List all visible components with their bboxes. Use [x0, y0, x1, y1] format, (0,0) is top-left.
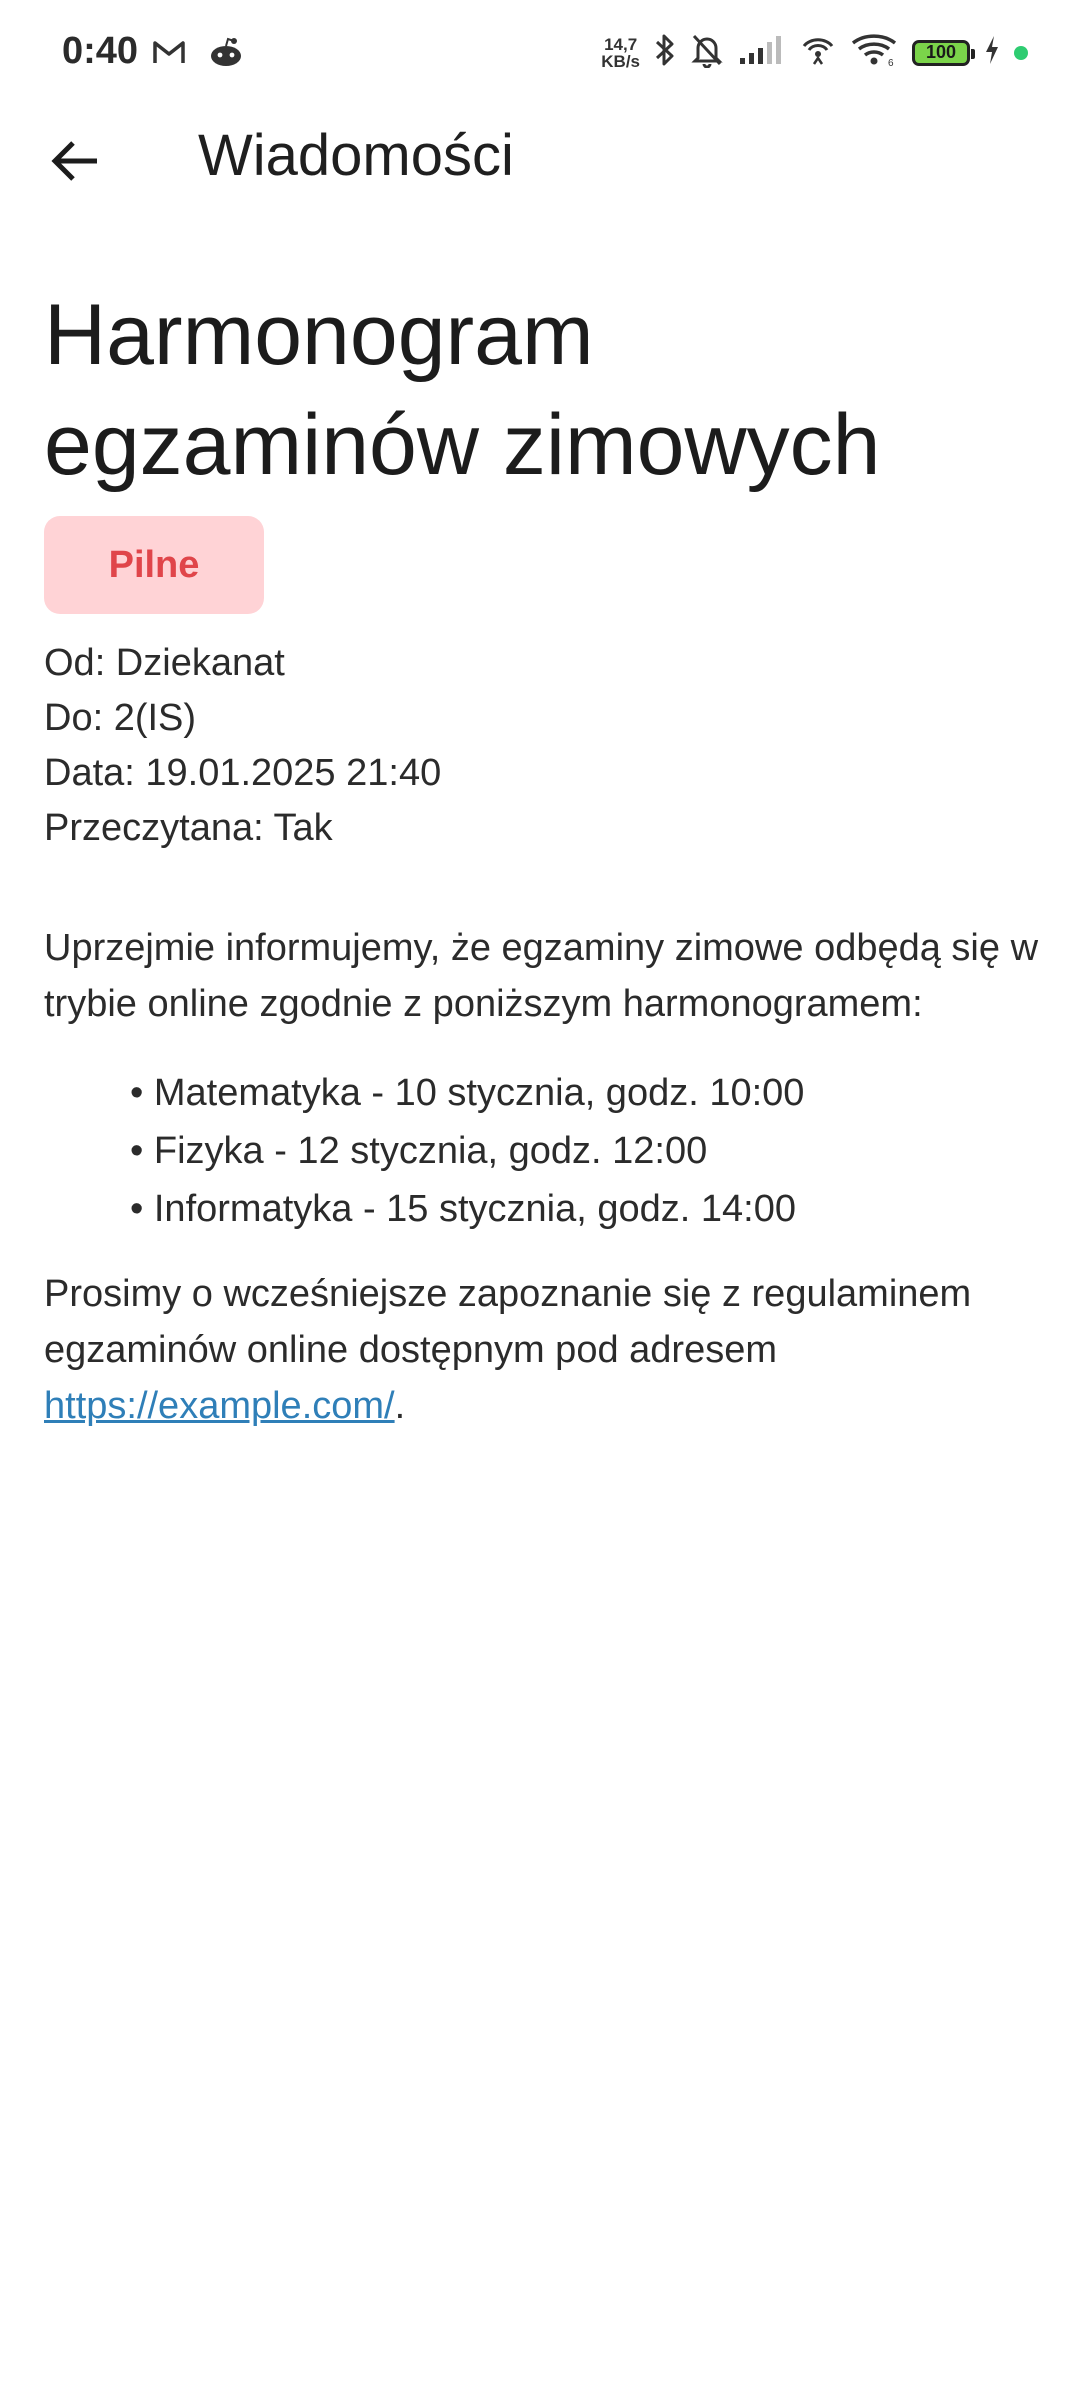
gmail-icon — [152, 39, 186, 70]
status-right-icons: 14,7 KB/s 6 100 — [601, 32, 1028, 73]
reddit-icon — [208, 36, 244, 73]
message-intro: Uprzejmie informujemy, że egzaminy zimow… — [44, 927, 1039, 1025]
page-title: Wiadomości — [198, 123, 514, 188]
wifi-icon: 6 — [850, 33, 898, 72]
regulations-link[interactable]: https://example.com/ — [44, 1385, 395, 1427]
battery-icon: 100 — [912, 39, 975, 66]
message-detail: Harmonogram egzaminów zimowych Pilne Od:… — [44, 280, 1044, 1434]
network-speed: 14,7 KB/s — [601, 36, 640, 70]
list-item: Matematyka - 10 stycznia, godz. 10:00 — [130, 1064, 1044, 1122]
app-bar: Wiadomości — [0, 110, 1080, 210]
status-left-icons — [152, 36, 244, 73]
list-item: Fizyka - 12 stycznia, godz. 12:00 — [130, 1122, 1044, 1180]
svg-text:6: 6 — [888, 58, 894, 67]
message-from: Od: Dziekanat — [44, 642, 285, 684]
message-read-status: Przeczytana: Tak — [44, 807, 333, 849]
status-dot — [1014, 45, 1028, 60]
message-outro-suffix: . — [394, 1385, 406, 1427]
signal-icon — [738, 34, 786, 71]
bell-muted-icon — [690, 32, 724, 73]
status-bar: 0:40 14,7 KB/s 6 100 — [0, 0, 1080, 110]
bluetooth-icon — [654, 32, 676, 73]
charging-icon — [984, 35, 1000, 70]
message-to: Do: 2(IS) — [44, 697, 197, 739]
message-title: Harmonogram egzaminów zimowych — [44, 287, 881, 493]
message-outro-text: Prosimy o wcześniejsze zapoznanie się z … — [44, 1273, 972, 1371]
back-button[interactable] — [40, 128, 110, 198]
priority-badge: Pilne — [44, 516, 264, 614]
exam-list: Matematyka - 10 stycznia, godz. 10:00 Fi… — [130, 1064, 1044, 1238]
list-item: Informatyka - 15 stycznia, godz. 14:00 — [130, 1180, 1044, 1238]
network-speed-unit: KB/s — [601, 51, 640, 71]
network-speed-value: 14,7 — [604, 34, 638, 54]
battery-level: 100 — [925, 42, 957, 62]
arrow-left-icon — [49, 138, 101, 189]
message-meta: Od: Dziekanat Do: 2(IS) Data: 19.01.2025… — [44, 636, 1044, 856]
message-outro: Prosimy o wcześniejsze zapoznanie się z … — [44, 1266, 1044, 1434]
status-time: 0:40 — [62, 30, 139, 72]
hotspot-icon — [800, 34, 836, 71]
message-date: Data: 19.01.2025 21:40 — [44, 752, 442, 794]
